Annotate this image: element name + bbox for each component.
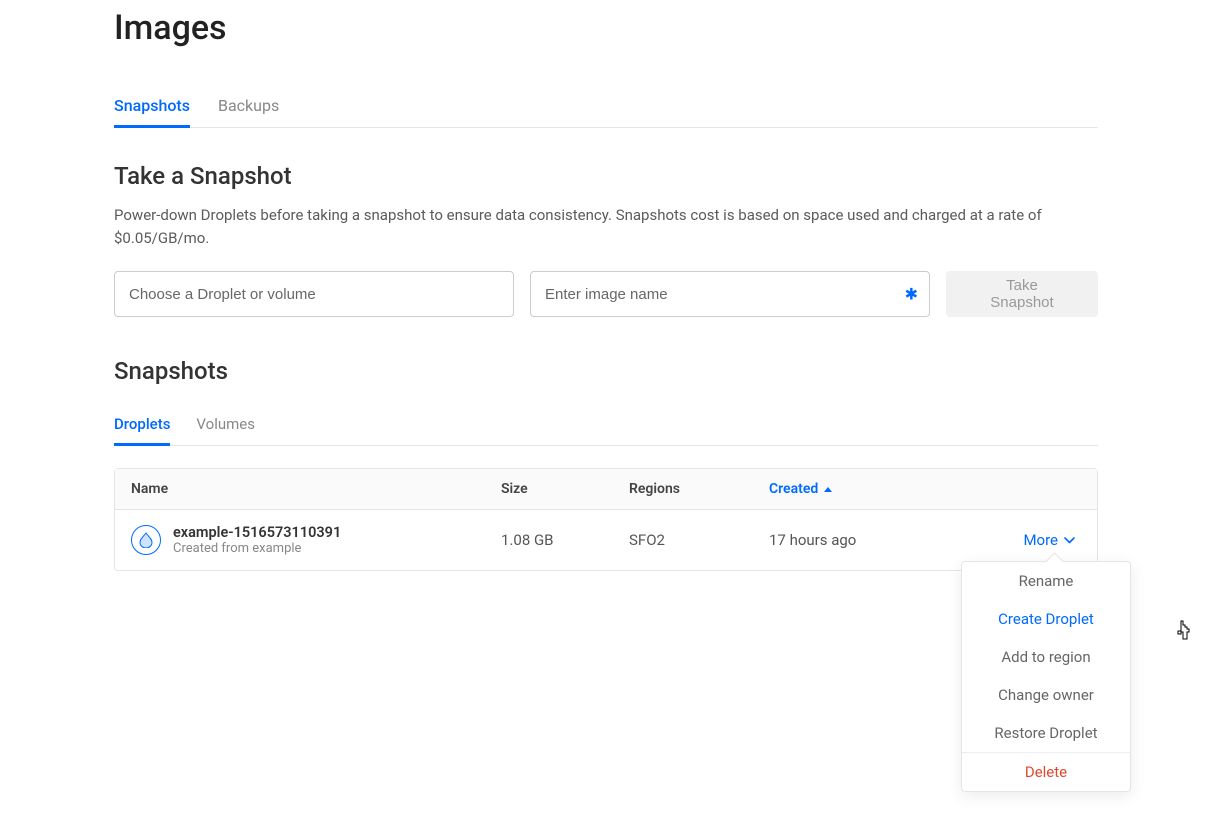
more-button[interactable]: More: [1023, 531, 1081, 549]
snapshot-name[interactable]: example-1516573110391: [173, 524, 341, 541]
take-snapshot-description: Power-down Droplets before taking a snap…: [114, 204, 1098, 249]
sort-asc-icon: [824, 487, 832, 492]
col-created-label: Created: [769, 481, 818, 497]
sub-tab-volumes[interactable]: Volumes: [196, 405, 255, 446]
row-name-cell: example-1516573110391 Created from examp…: [131, 524, 501, 556]
col-regions[interactable]: Regions: [629, 481, 769, 497]
table-row: example-1516573110391 Created from examp…: [115, 510, 1097, 570]
row-regions-cell: SFO2: [629, 531, 769, 549]
top-tabs: Snapshots Backups: [114, 86, 1098, 128]
row-size-cell: 1.08 GB: [501, 531, 629, 549]
col-name[interactable]: Name: [131, 481, 501, 497]
row-created-text: 17 hours ago: [769, 531, 856, 549]
droplet-select-wrap: [114, 271, 514, 317]
more-dropdown: Rename Create Droplet Add to region Chan…: [961, 561, 1131, 792]
dropdown-change-owner[interactable]: Change owner: [962, 676, 1130, 714]
snapshot-subtitle: Created from example: [173, 541, 341, 556]
snapshot-form-row: ✱ Take Snapshot: [114, 271, 1098, 317]
col-created[interactable]: Created: [769, 481, 1081, 497]
image-name-input[interactable]: [530, 271, 930, 317]
cursor-icon: [1175, 619, 1193, 641]
dropdown-add-region[interactable]: Add to region: [962, 638, 1130, 676]
droplet-select[interactable]: [114, 271, 514, 317]
table-header: Name Size Regions Created: [115, 469, 1097, 510]
dropdown-rename[interactable]: Rename: [962, 562, 1130, 600]
image-name-wrap: ✱: [530, 271, 930, 317]
tab-backups[interactable]: Backups: [218, 86, 279, 128]
row-created-cell: 17 hours ago More: [769, 531, 1081, 549]
dropdown-create-droplet[interactable]: Create Droplet: [962, 600, 1130, 638]
snapshots-table: Name Size Regions Created example-151657…: [114, 468, 1098, 571]
col-size[interactable]: Size: [501, 481, 629, 497]
required-icon: ✱: [905, 285, 918, 304]
sub-tab-droplets[interactable]: Droplets: [114, 405, 170, 446]
snapshots-heading: Snapshots: [114, 357, 1098, 385]
page-title: Images: [114, 8, 1098, 48]
row-name-text: example-1516573110391 Created from examp…: [173, 524, 341, 556]
dropdown-restore-droplet[interactable]: Restore Droplet: [962, 714, 1130, 752]
snapshots-sub-tabs: Droplets Volumes: [114, 405, 1098, 446]
take-snapshot-heading: Take a Snapshot: [114, 162, 1098, 190]
take-snapshot-button[interactable]: Take Snapshot: [946, 271, 1098, 317]
chevron-down-icon: [1064, 537, 1075, 544]
tab-snapshots[interactable]: Snapshots: [114, 86, 190, 128]
more-label: More: [1023, 531, 1058, 549]
droplet-icon: [131, 525, 161, 555]
dropdown-delete[interactable]: Delete: [962, 753, 1130, 791]
